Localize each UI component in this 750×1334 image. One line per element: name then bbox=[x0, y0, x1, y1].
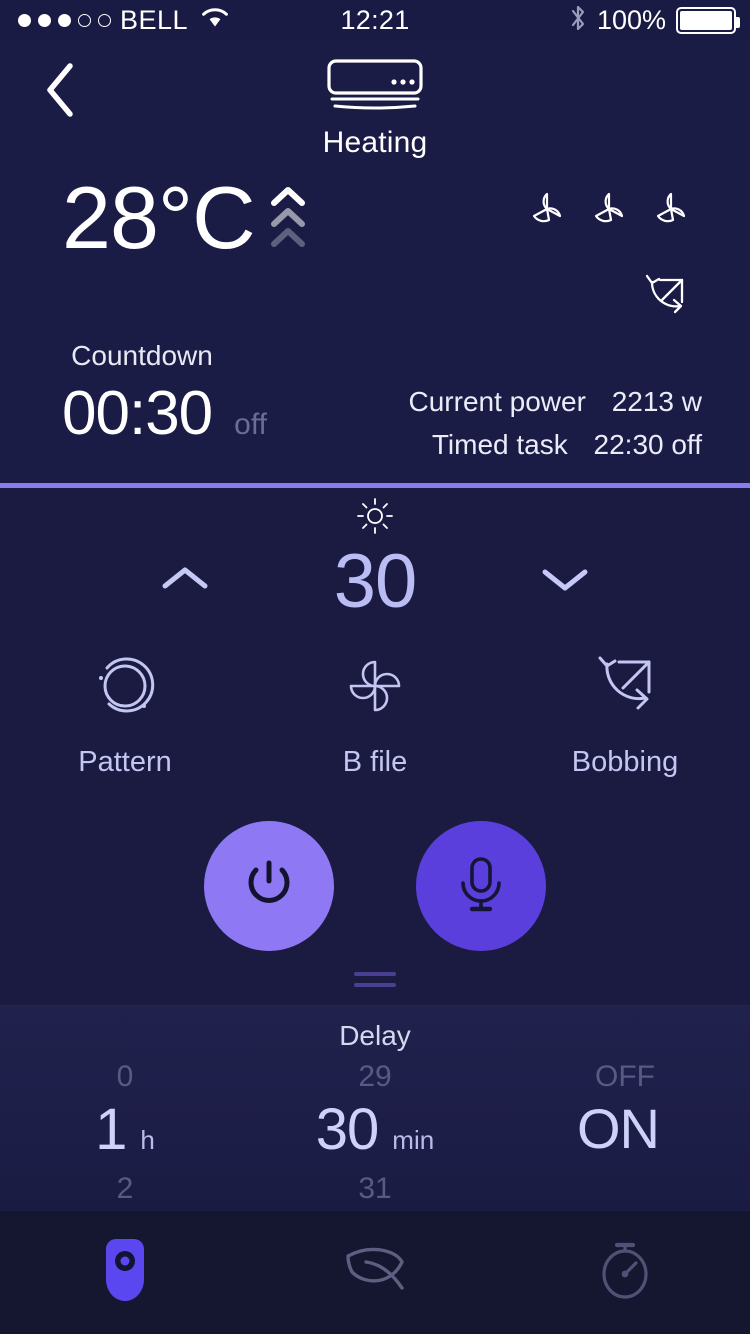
picker-value: ON bbox=[577, 1097, 660, 1160]
swing-arrow-icon bbox=[642, 272, 690, 325]
status-bar-right: 100% bbox=[569, 3, 740, 38]
mode-button-b-file[interactable]: B file bbox=[250, 648, 500, 779]
leaf-icon bbox=[340, 1240, 410, 1305]
level-decrease-button[interactable] bbox=[125, 562, 245, 601]
chevron-down-icon bbox=[539, 562, 591, 601]
power-icon bbox=[238, 853, 300, 920]
countdown-state: off bbox=[234, 408, 267, 441]
countdown-label: Countdown bbox=[71, 340, 213, 371]
picker-next-value: 31 bbox=[358, 1172, 392, 1205]
picker-next-value: 2 bbox=[116, 1172, 134, 1205]
air-conditioner-icon bbox=[325, 58, 425, 117]
picker-unit: min bbox=[392, 1125, 435, 1155]
shield-dot-icon bbox=[102, 1235, 148, 1310]
action-buttons bbox=[0, 821, 750, 951]
bluetooth-icon bbox=[569, 3, 587, 38]
device-name-label: Heating bbox=[322, 126, 428, 159]
picker-prev-value: 29 bbox=[358, 1060, 392, 1093]
info-row: Timed task 22:30 off bbox=[409, 423, 702, 466]
tab-eco[interactable] bbox=[250, 1240, 500, 1305]
delay-title: Delay bbox=[339, 1020, 411, 1051]
info-value: 22:30 off bbox=[593, 429, 702, 461]
picker-current: 30 min bbox=[316, 1096, 434, 1170]
picker-hours[interactable]: 0 1 h 2 bbox=[0, 1058, 250, 1208]
control-panel: 30 Pattern B file Bobbing bbox=[0, 488, 750, 1000]
battery-icon bbox=[676, 6, 740, 34]
level-stepper: 30 bbox=[0, 538, 750, 625]
mode-button-bobbing[interactable]: Bobbing bbox=[500, 648, 750, 779]
bottom-tab-bar bbox=[0, 1210, 750, 1334]
app-screen: BELL 12:21 100% Heating 28°C Countdown 0… bbox=[0, 0, 750, 1334]
tab-device[interactable] bbox=[0, 1235, 250, 1310]
fan-icon bbox=[526, 188, 570, 237]
picker-prev-value: OFF bbox=[595, 1060, 655, 1093]
mode-label: B file bbox=[342, 746, 408, 778]
device-header: Heating bbox=[0, 58, 750, 160]
microphone-icon bbox=[452, 853, 510, 920]
fan-icon bbox=[650, 188, 694, 237]
drag-handle-icon[interactable] bbox=[0, 972, 750, 987]
info-key: Timed task bbox=[431, 429, 568, 461]
info-key: Current power bbox=[408, 386, 586, 417]
stopwatch-icon bbox=[595, 1237, 655, 1308]
tab-timer[interactable] bbox=[500, 1237, 750, 1308]
temperature-display: 28°C bbox=[62, 168, 307, 267]
picker-current: ON bbox=[577, 1096, 673, 1170]
pattern-circle-icon bbox=[87, 648, 163, 724]
mode-button-pattern[interactable]: Pattern bbox=[0, 648, 250, 779]
fan-speed-indicator bbox=[526, 188, 694, 237]
countdown-display: Countdown 00:30 off bbox=[62, 340, 267, 449]
delay-pickers: 0 1 h 2 29 30 min 31 OFF ON bbox=[0, 1058, 750, 1208]
delay-panel: Delay 0 1 h 2 29 30 min 31 OFF ON bbox=[0, 1005, 750, 1210]
picker-unit: h bbox=[140, 1125, 155, 1155]
level-increase-button[interactable] bbox=[505, 562, 625, 601]
status-bar: BELL 12:21 100% bbox=[0, 0, 750, 40]
info-value: 2213 w bbox=[611, 386, 702, 417]
mode-buttons: Pattern B file Bobbing bbox=[0, 648, 750, 779]
battery-percent-label: 100% bbox=[596, 4, 666, 35]
picker-value: 30 bbox=[315, 1097, 380, 1162]
level-value: 30 bbox=[333, 539, 418, 624]
info-row: Current power 2213 w bbox=[409, 380, 702, 423]
sun-icon bbox=[0, 496, 750, 536]
countdown-time: 00:30 bbox=[62, 379, 213, 448]
chevron-up-stack-icon bbox=[269, 186, 307, 248]
temperature-value: 28°C bbox=[62, 168, 256, 267]
picker-current: 1 h bbox=[95, 1096, 155, 1170]
power-button[interactable] bbox=[204, 821, 334, 951]
mode-label: Pattern bbox=[78, 746, 172, 778]
countdown-row: 00:30 off bbox=[62, 378, 267, 449]
device-info-list: Current power 2213 w Timed task 22:30 of… bbox=[409, 380, 702, 467]
device-status-panel: Heating 28°C Countdown 00:30 off Current… bbox=[0, 40, 750, 485]
fan-icon bbox=[588, 188, 632, 237]
chevron-up-icon bbox=[159, 562, 211, 601]
pinwheel-fan-icon bbox=[337, 648, 413, 724]
picker-prev-value: 0 bbox=[116, 1060, 134, 1093]
picker-minutes[interactable]: 29 30 min 31 bbox=[250, 1058, 500, 1208]
voice-button[interactable] bbox=[416, 821, 546, 951]
bobbing-arrows-icon bbox=[587, 648, 663, 724]
picker-state[interactable]: OFF ON bbox=[500, 1058, 750, 1208]
picker-value: 1 bbox=[95, 1097, 127, 1162]
mode-label: Bobbing bbox=[571, 746, 679, 778]
